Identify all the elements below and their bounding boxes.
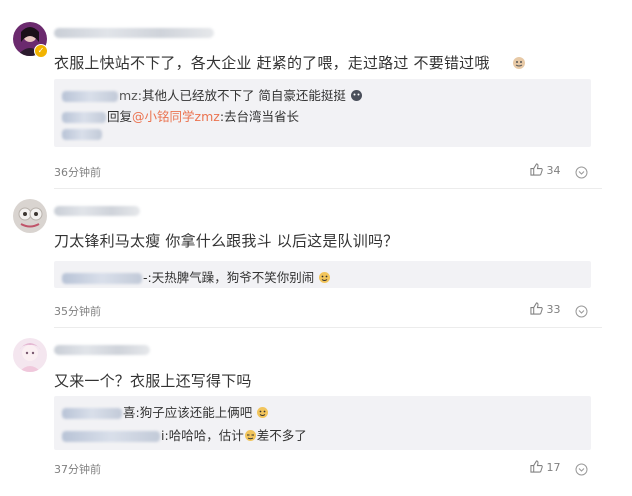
like-count: 33 xyxy=(546,303,561,316)
timestamp: 37分钟前 xyxy=(54,463,101,476)
comment-text: 又来一个？衣服上还写得下吗 xyxy=(54,372,252,390)
verified-badge-icon: ✓ xyxy=(34,44,48,58)
comment-1: ✓ 衣服上快站不下了，各大企业 赶紧的了喂，走过路过 不要错过哦 mz:其他人已… xyxy=(0,0,632,188)
blurred-reply-username[interactable] xyxy=(62,408,122,419)
reply-name-suffix: 回复 xyxy=(107,109,133,124)
reply-name-suffix: mz: xyxy=(119,88,142,103)
like-button[interactable]: 34 xyxy=(530,163,561,179)
timestamp: 35分钟前 xyxy=(54,305,101,318)
reply-text: 哈哈哈，估计 xyxy=(168,428,244,443)
timestamp: 36分钟前 xyxy=(54,166,101,179)
like-button[interactable]: 17 xyxy=(530,460,561,476)
blurred-reply-username[interactable] xyxy=(62,91,118,102)
like-count: 34 xyxy=(546,164,561,177)
reply-text: 天热脾气躁，狗爷不笑你别闹 xyxy=(151,270,315,285)
reply-text: 狗子应该还能上俩吧 xyxy=(139,405,253,420)
emoji-icon xyxy=(350,89,363,105)
reply-text: :去台湾当省长 xyxy=(219,109,300,124)
thumbs-up-icon xyxy=(530,302,543,318)
like-count: 17 xyxy=(546,461,561,474)
reply-name-suffix: -: xyxy=(143,270,152,285)
like-button[interactable]: 33 xyxy=(530,302,561,318)
reply-name-suffix: 喜: xyxy=(123,405,140,420)
blurred-reply-username[interactable] xyxy=(62,273,142,284)
comment-2: 刀太锋利马太瘦 你拿什么跟我斗 以后这是队训吗？ -:天热脾气躁，狗爷不笑你别闹… xyxy=(0,189,632,327)
emoji-icon xyxy=(244,429,257,445)
blurred-reply-username[interactable] xyxy=(62,112,106,123)
emoji-icon xyxy=(318,271,331,287)
reply-name-suffix: i: xyxy=(161,428,169,443)
emoji-icon xyxy=(512,55,526,74)
blurred-reply-username[interactable] xyxy=(62,431,160,442)
chevron-down-icon xyxy=(575,461,588,480)
avatar[interactable] xyxy=(13,338,47,372)
comment-3: 又来一个？衣服上还写得下吗 喜:狗子应该还能上俩吧 i:哈哈哈，估计 差不多了 … xyxy=(0,328,632,496)
reply-text: 其他人已经放不下了 简自豪还能挺挺 xyxy=(141,88,346,103)
thumbs-up-icon xyxy=(530,163,543,179)
emoji-icon xyxy=(256,406,269,422)
blurred-username[interactable] xyxy=(54,28,214,38)
avatar-image xyxy=(13,338,47,372)
comment-text: 刀太锋利马太瘦 你拿什么跟我斗 以后这是队训吗？ xyxy=(54,232,399,250)
more-options-button[interactable] xyxy=(575,460,588,480)
reply-box: -:天热脾气躁，狗爷不笑你别闹 xyxy=(54,261,591,288)
blurred-username[interactable] xyxy=(54,345,150,355)
reply-box: mz:其他人已经放不下了 简自豪还能挺挺 回复@小铭同学zmz:去台湾当省长 xyxy=(54,79,591,147)
avatar-image xyxy=(13,199,47,233)
reply-text-continued: 差不多了 xyxy=(256,428,307,443)
thumbs-up-icon xyxy=(530,460,543,476)
avatar[interactable] xyxy=(13,199,47,233)
reply-item: mz:其他人已经放不下了 简自豪还能挺挺 xyxy=(62,85,363,105)
reply-item: -:天热脾气躁，狗爷不笑你别闹 xyxy=(62,267,331,287)
chevron-down-icon xyxy=(575,164,588,183)
reply-item: i:哈哈哈，估计 差不多了 xyxy=(62,425,307,445)
more-options-button[interactable] xyxy=(575,163,588,183)
reply-box: 喜:狗子应该还能上俩吧 i:哈哈哈，估计 差不多了 xyxy=(54,396,591,450)
comment-text: 衣服上快站不下了，各大企业 赶紧的了喂，走过路过 不要错过哦 xyxy=(54,54,490,72)
mention-link[interactable]: @小铭同学zmz xyxy=(132,109,220,124)
chevron-down-icon xyxy=(575,303,588,322)
blurred-reply-extra xyxy=(62,129,102,140)
more-options-button[interactable] xyxy=(575,302,588,322)
blurred-username[interactable] xyxy=(54,206,140,216)
reply-item: 喜:狗子应该还能上俩吧 xyxy=(62,402,269,422)
reply-item: 回复@小铭同学zmz:去台湾当省长 xyxy=(62,106,299,125)
